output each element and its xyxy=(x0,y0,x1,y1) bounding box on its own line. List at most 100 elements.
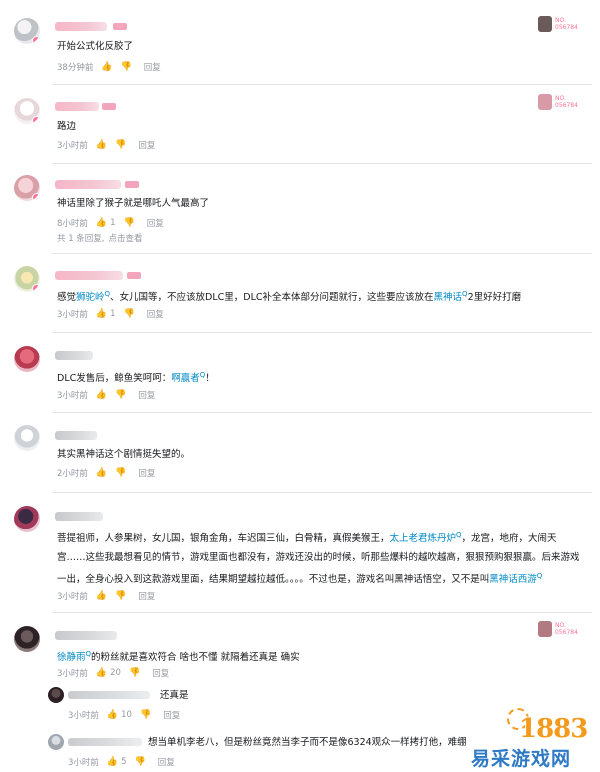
thumb-up-icon[interactable]: 👍 xyxy=(101,62,112,72)
reply-button[interactable]: 回复 xyxy=(158,756,175,768)
timestamp: 8小时前 xyxy=(57,219,88,229)
view-replies-link[interactable]: 点击查看 xyxy=(109,234,143,244)
thumb-up-icon[interactable]: 👍 xyxy=(96,390,107,400)
topic-link[interactable]: 啊赢者 xyxy=(171,373,200,384)
comment-text: DLC发售后，鲸鱼笑呵呵：啊赢者Q！ xyxy=(57,366,582,388)
username[interactable] xyxy=(68,691,150,699)
thumb-down-icon[interactable]: 👎 xyxy=(124,218,135,228)
username[interactable] xyxy=(55,631,117,640)
comment-meta: 3小时前 👍 👎 回复 xyxy=(57,389,155,401)
comment-text: 开始公式化反胶了 xyxy=(57,41,134,52)
topic-link[interactable]: 徐静雨 xyxy=(57,652,86,663)
level-badge xyxy=(102,103,116,110)
avatar[interactable] xyxy=(14,346,40,372)
thumb-up-icon[interactable]: 👍 xyxy=(96,668,107,678)
thumb-up-icon[interactable]: 👍 xyxy=(107,710,118,720)
reply-text: 还真是 xyxy=(160,690,189,701)
text-segment: DLC发售后，鲸鱼笑呵呵： xyxy=(57,373,172,385)
timestamp: 3小时前 xyxy=(57,141,88,151)
divider xyxy=(52,253,592,254)
avatar[interactable] xyxy=(14,18,40,44)
divider xyxy=(52,163,592,164)
username[interactable] xyxy=(55,180,121,189)
comment-text: 路边 xyxy=(57,121,77,132)
thumb-up-icon[interactable]: 👍 xyxy=(96,309,107,319)
avatar[interactable] xyxy=(14,626,40,652)
timestamp: 2小时前 xyxy=(57,469,88,479)
username[interactable] xyxy=(55,22,107,31)
avatar[interactable] xyxy=(48,687,64,703)
text-segment: 、女儿国等，不应该放DLC里，DLC补全本体部分问题就行，这些要应该放在 xyxy=(110,292,434,304)
watermark-number: 1883 xyxy=(519,714,588,744)
topic-link[interactable]: 狮驼岭 xyxy=(76,292,105,303)
thumb-down-icon[interactable]: 👎 xyxy=(115,468,126,478)
username[interactable] xyxy=(55,512,103,521)
like-count: 20 xyxy=(110,668,121,678)
reply-button[interactable]: 回复 xyxy=(147,308,164,320)
avatar[interactable] xyxy=(14,506,40,532)
thumb-up-icon[interactable]: 👍 xyxy=(96,140,107,150)
avatar[interactable] xyxy=(14,98,40,124)
thumb-up-icon[interactable]: 👍 xyxy=(107,757,118,767)
reply-button[interactable]: 回复 xyxy=(138,389,155,401)
comment-text: 感觉狮驼岭Q、女儿国等，不应该放DLC里，DLC补全本体部分问题就行，这些要应该… xyxy=(57,285,582,307)
reply-button[interactable]: 回复 xyxy=(138,139,155,151)
comment-text: 徐静雨Q的粉丝就是喜欢符合 啥也不懂 就隔着还真是 确实 xyxy=(57,645,582,667)
topic-link[interactable]: 黑神话 xyxy=(434,292,463,303)
comment-text: 其实黑神话这个剧情挺失望的。 xyxy=(57,449,191,460)
reply-button[interactable]: 回复 xyxy=(152,667,169,679)
thumb-down-icon[interactable]: 👎 xyxy=(124,309,135,319)
reply-button[interactable]: 回复 xyxy=(144,61,161,73)
level-badge xyxy=(125,181,139,188)
divider xyxy=(52,612,592,613)
username[interactable] xyxy=(55,271,123,280)
text-segment: ！ xyxy=(205,373,215,385)
divider xyxy=(52,492,592,493)
reply-button[interactable]: 回复 xyxy=(163,709,180,721)
avatar[interactable] xyxy=(14,266,40,292)
replies-summary: 共 1 条回复, 点击查看 xyxy=(57,232,143,244)
level-badge xyxy=(113,23,127,30)
timestamp: 3小时前 xyxy=(57,391,88,401)
reply-button[interactable]: 回复 xyxy=(138,590,155,602)
topic-link[interactable]: 太上老君炼丹炉 xyxy=(390,533,457,544)
thumb-down-icon[interactable]: 👎 xyxy=(140,710,151,720)
topic-link[interactable]: 黑神话西游 xyxy=(489,574,537,585)
text-segment: 的粉丝就是喜欢符合 啥也不懂 就隔着还真是 确实 xyxy=(91,652,300,664)
comment-text: 菩提祖师，人参果树，女儿国，银角金角，车迟国三仙，白骨精，真假美猴王，太上老君炼… xyxy=(57,526,582,589)
thumb-down-icon[interactable]: 👎 xyxy=(115,591,126,601)
watermark-text: 易采游戏网 xyxy=(471,748,572,770)
username[interactable] xyxy=(55,102,99,111)
thumb-down-icon[interactable]: 👎 xyxy=(121,62,132,72)
username[interactable] xyxy=(68,738,142,746)
site-watermark-logo: 1883 易采游戏网 xyxy=(471,708,596,770)
username[interactable] xyxy=(55,351,93,360)
thumb-down-icon[interactable]: 👎 xyxy=(115,140,126,150)
avatar[interactable] xyxy=(48,734,64,750)
reply-text: 想当单机李老八，但是粉丝竟然当李子而不是像6324观众一样拷打他，难绷 xyxy=(148,737,467,748)
reply-button[interactable]: 回复 xyxy=(138,467,155,479)
reply-button[interactable]: 回复 xyxy=(147,217,164,229)
thumb-up-icon[interactable]: 👍 xyxy=(96,218,107,228)
thumb-up-icon[interactable]: 👍 xyxy=(96,591,107,601)
like-count: 1 xyxy=(110,309,116,319)
comment-meta: 8小时前 👍 1 👎 回复 xyxy=(57,217,164,229)
thumb-down-icon[interactable]: 👎 xyxy=(135,757,146,767)
thumb-down-icon[interactable]: 👎 xyxy=(129,668,140,678)
comment-meta: 3小时前 👍 1 👎 回复 xyxy=(57,308,164,320)
thumb-down-icon[interactable]: 👎 xyxy=(115,390,126,400)
text-segment: 2里好好打磨 xyxy=(467,292,522,304)
timestamp: 3小时前 xyxy=(57,592,88,602)
reply-count: 共 1 条回复, xyxy=(57,234,105,244)
fan-badge: NO. 056784 xyxy=(538,15,582,33)
fan-badge: NO. 056784 xyxy=(538,93,582,111)
avatar[interactable] xyxy=(14,175,40,201)
avatar[interactable] xyxy=(14,425,40,451)
search-icon: Q xyxy=(536,572,543,581)
divider xyxy=(52,84,592,85)
comment-meta: 2小时前 👍 👎 回复 xyxy=(57,467,155,479)
username[interactable] xyxy=(55,431,97,440)
divider xyxy=(52,332,592,333)
thumb-up-icon[interactable]: 👍 xyxy=(96,468,107,478)
comment-meta: 3小时前 👍 👎 回复 xyxy=(57,139,155,151)
